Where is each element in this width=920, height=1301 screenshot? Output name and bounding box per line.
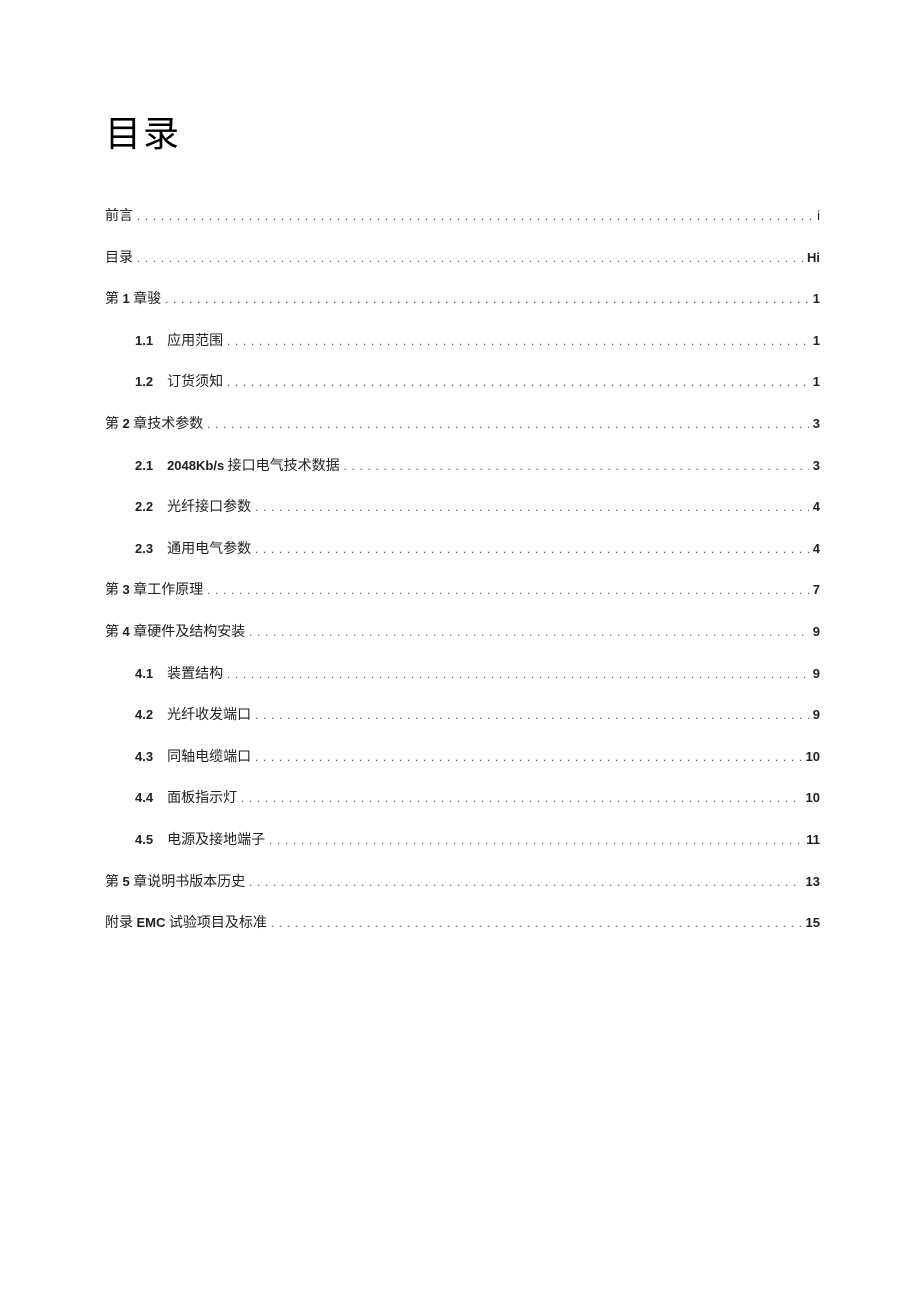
toc-entry-page: Hi bbox=[807, 249, 820, 267]
toc-entry[interactable]: 2.1 2048Kb/s 接口电气技术数据....................… bbox=[105, 457, 820, 477]
toc-entry-page: 1 bbox=[813, 290, 820, 308]
toc-entry-label: 前言 bbox=[105, 207, 133, 227]
toc-entry-label: 同轴电缆端口 bbox=[167, 748, 251, 768]
toc-leader-dots: ........................................… bbox=[165, 291, 809, 308]
toc-entry[interactable]: 4.1 装置结构.................................… bbox=[105, 665, 820, 685]
toc-entry[interactable]: 第 3 章工作原理...............................… bbox=[105, 581, 820, 601]
toc-leader-dots: ........................................… bbox=[255, 749, 801, 766]
toc-entry-page: 4 bbox=[813, 540, 820, 558]
toc-entry[interactable]: 4.4 面板指示灯................................… bbox=[105, 789, 820, 809]
toc-leader-dots: ........................................… bbox=[269, 832, 802, 849]
toc-entry-page: 1 bbox=[813, 373, 820, 391]
toc-entry-number: 1.1 bbox=[135, 332, 153, 350]
toc-entry-label: 第 5 章说明书版本历史 bbox=[105, 873, 245, 893]
toc-leader-dots: ........................................… bbox=[241, 790, 801, 807]
toc-entry-label: 通用电气参数 bbox=[167, 540, 251, 560]
toc-leader-dots: ........................................… bbox=[227, 333, 809, 350]
toc-entry-page: i bbox=[817, 207, 820, 225]
toc-leader-dots: ........................................… bbox=[271, 915, 802, 932]
toc-entry[interactable]: 前言......................................… bbox=[105, 207, 820, 227]
toc-entry-label: 电源及接地端子 bbox=[167, 831, 265, 851]
toc-entry-page: 10 bbox=[806, 789, 820, 807]
toc-entry-number: 2.2 bbox=[135, 498, 153, 516]
toc-title: 目录 bbox=[105, 105, 820, 157]
toc-leader-dots: ........................................… bbox=[249, 624, 809, 641]
toc-entry-page: 9 bbox=[813, 623, 820, 641]
toc-entry-label: 附录 EMC 试验项目及标准 bbox=[105, 914, 267, 934]
toc-entry-page: 11 bbox=[806, 831, 820, 849]
toc-entry-label: 订货须知 bbox=[167, 373, 223, 393]
toc-entry-number: 2.3 bbox=[135, 540, 153, 558]
toc-entry-label: 应用范围 bbox=[167, 332, 223, 352]
toc-entry-number: 4.3 bbox=[135, 748, 153, 766]
toc-entry-label: 第 3 章工作原理 bbox=[105, 581, 203, 601]
toc-entry[interactable]: 1.1 应用范围.................................… bbox=[105, 332, 820, 352]
toc-entry-page: 1 bbox=[813, 332, 820, 350]
toc-leader-dots: ........................................… bbox=[207, 416, 809, 433]
toc-entry[interactable]: 第 4 章硬件及结构安装............................… bbox=[105, 623, 820, 643]
toc-entry[interactable]: 目录......................................… bbox=[105, 249, 820, 269]
toc-entry[interactable]: 第 2 章技术参数...............................… bbox=[105, 415, 820, 435]
toc-entry-page: 7 bbox=[813, 581, 820, 599]
toc-entry-page: 10 bbox=[806, 748, 820, 766]
toc-entry-page: 9 bbox=[813, 706, 820, 724]
toc-leader-dots: ........................................… bbox=[255, 707, 809, 724]
toc-entry[interactable]: 2.2 光纤接口参数...............................… bbox=[105, 498, 820, 518]
toc-entry-number: 1.2 bbox=[135, 373, 153, 391]
toc-entry[interactable]: 2.3 通用电气参数...............................… bbox=[105, 540, 820, 560]
toc-entry-label: 光纤接口参数 bbox=[167, 498, 251, 518]
toc-entry[interactable]: 附录 EMC 试验项目及标准..........................… bbox=[105, 914, 820, 934]
toc-entry-page: 15 bbox=[806, 914, 820, 932]
toc-entry-number: 4.2 bbox=[135, 706, 153, 724]
toc-entry[interactable]: 第 1 章骏..................................… bbox=[105, 290, 820, 310]
toc-entry[interactable]: 第 5 章说明书版本历史............................… bbox=[105, 873, 820, 893]
toc-leader-dots: ........................................… bbox=[137, 208, 813, 225]
toc-entry[interactable]: 4.3 同轴电缆端口...............................… bbox=[105, 748, 820, 768]
toc-leader-dots: ........................................… bbox=[255, 541, 809, 558]
toc-leader-dots: ........................................… bbox=[344, 458, 809, 475]
toc-leader-dots: ........................................… bbox=[137, 250, 803, 267]
toc-entry-label: 第 4 章硬件及结构安装 bbox=[105, 623, 245, 643]
toc-entry-page: 4 bbox=[813, 498, 820, 516]
toc-entry[interactable]: 4.2 光纤收发端口...............................… bbox=[105, 706, 820, 726]
toc-entry[interactable]: 1.2 订货须知.................................… bbox=[105, 373, 820, 393]
toc-leader-dots: ........................................… bbox=[255, 499, 809, 516]
toc-entry-number: 4.5 bbox=[135, 831, 153, 849]
toc-leader-dots: ........................................… bbox=[227, 374, 809, 391]
toc-entry-label: 目录 bbox=[105, 249, 133, 269]
toc-leader-dots: ........................................… bbox=[249, 874, 801, 891]
toc-entry-page: 9 bbox=[813, 665, 820, 683]
toc-entry[interactable]: 4.5 电源及接地端子..............................… bbox=[105, 831, 820, 851]
toc-leader-dots: ........................................… bbox=[227, 666, 809, 683]
toc-entry-page: 3 bbox=[813, 415, 820, 433]
toc-entry-label: 光纤收发端口 bbox=[167, 706, 251, 726]
toc-entry-label: 面板指示灯 bbox=[167, 789, 237, 809]
toc-entry-label: 装置结构 bbox=[167, 665, 223, 685]
toc-entry-label: 第 1 章骏 bbox=[105, 290, 161, 310]
toc-entry-number: 4.4 bbox=[135, 789, 153, 807]
toc-entry-page: 3 bbox=[813, 457, 820, 475]
toc-entry-number: 2.1 bbox=[135, 457, 153, 475]
toc-leader-dots: ........................................… bbox=[207, 582, 809, 599]
toc-entry-page: 13 bbox=[806, 873, 820, 891]
toc-entry-label: 第 2 章技术参数 bbox=[105, 415, 203, 435]
toc-entry-label: 2048Kb/s 接口电气技术数据 bbox=[167, 457, 340, 477]
toc-entry-number: 4.1 bbox=[135, 665, 153, 683]
toc-list: 前言......................................… bbox=[105, 207, 820, 934]
